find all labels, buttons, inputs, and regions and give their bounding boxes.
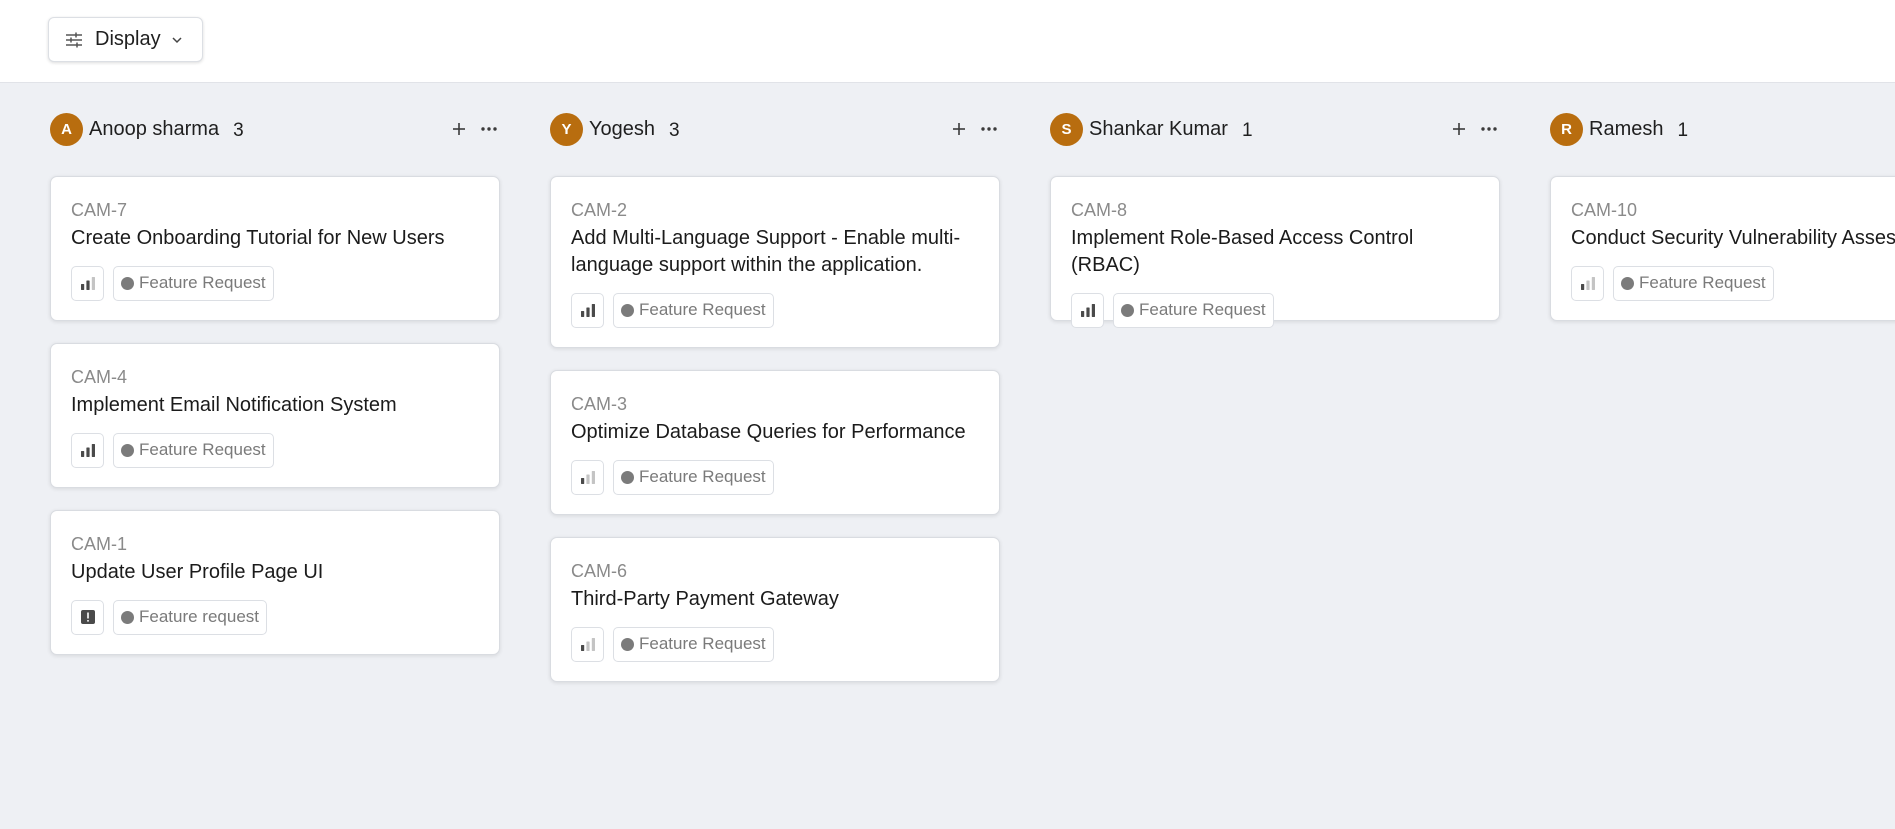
issue-id: CAM-10 xyxy=(1571,200,1638,220)
issue-card[interactable]: CAM-4 Implement Email Notification System… xyxy=(50,343,500,488)
label-badge[interactable]: Feature Request xyxy=(1613,265,1774,301)
avatar: S xyxy=(1050,112,1083,146)
issue-title: Conduct Security Vulnerability Asses xyxy=(1571,227,1895,249)
issue-meta: Feature Request xyxy=(71,265,479,301)
issue-meta: Feature Request xyxy=(71,432,479,468)
priority-icon[interactable] xyxy=(1071,292,1104,328)
issue-meta: Feature request xyxy=(71,599,479,635)
avatar: R xyxy=(1550,112,1583,146)
priority-icon[interactable] xyxy=(571,459,604,495)
issue-card[interactable]: CAM-7 Create Onboarding Tutorial for New … xyxy=(50,176,500,321)
issue-meta: Feature Request xyxy=(1071,292,1479,328)
board-column: S Shankar Kumar 1 CAM-8 Implement Role-Based… xyxy=(1050,84,1500,829)
sliders-icon xyxy=(65,31,83,49)
label-dot-icon xyxy=(1121,303,1134,317)
issue-card[interactable]: CAM-3 Optimize Database Queries for Perfo… xyxy=(550,370,1000,515)
label-text: Feature Request xyxy=(1639,273,1766,292)
label-badge[interactable]: Feature Request xyxy=(1113,292,1274,328)
issue-meta: Feature Request xyxy=(571,292,979,328)
issue-id: CAM-6 xyxy=(571,561,628,581)
column-assignee-name: Ramesh xyxy=(1589,117,1664,140)
column-actions xyxy=(440,112,500,146)
column-assignee-name: Yogesh xyxy=(589,117,655,140)
plus-icon[interactable] xyxy=(448,118,470,140)
display-button[interactable]: Display xyxy=(48,17,203,62)
issue-id: CAM-2 xyxy=(571,200,628,220)
issue-id: CAM-3 xyxy=(571,394,628,414)
issue-title: Optimize Database Queries for Performanc… xyxy=(571,421,966,443)
issue-title: Implement Role-Based Access Control (RBA… xyxy=(1071,227,1414,276)
label-text: Feature Request xyxy=(639,467,766,486)
plus-icon[interactable] xyxy=(1448,118,1470,140)
column-count: 1 xyxy=(1677,120,1689,141)
column-count: 3 xyxy=(233,120,244,141)
issue-card[interactable]: CAM-1 Update User Profile Page UI Feature … xyxy=(50,510,500,655)
chevron-down-icon xyxy=(171,34,183,46)
issue-title: Update User Profile Page UI xyxy=(71,561,324,583)
label-dot-icon xyxy=(121,276,134,290)
label-badge[interactable]: Feature request xyxy=(113,599,268,635)
priority-icon[interactable] xyxy=(1571,265,1604,301)
label-dot-icon xyxy=(121,610,134,624)
issue-title: Add Multi-Language Support - Enable mult… xyxy=(571,227,961,276)
board-column: R Ramesh 1 CAM-10 Conduct Security Vulnerabi… xyxy=(1550,84,1895,829)
ellipsis-icon[interactable] xyxy=(978,118,1000,140)
issue-card[interactable]: CAM-10 Conduct Security Vulnerability Ass… xyxy=(1550,176,1895,321)
issue-title: Create Onboarding Tutorial for New Users xyxy=(71,227,445,249)
label-badge[interactable]: Feature Request xyxy=(613,292,774,328)
issue-id: CAM-7 xyxy=(71,200,128,220)
kanban-board: A Anoop sharma 3 CAM-7 Create Onboarding Tut… xyxy=(0,84,1895,829)
board-column: Y Yogesh 3 CAM-2 Add Multi-Language Support … xyxy=(550,84,1000,829)
column-header: S Shankar Kumar 1 xyxy=(1050,112,1500,146)
label-text: Feature Request xyxy=(139,440,266,459)
priority-icon[interactable] xyxy=(571,626,604,662)
label-dot-icon xyxy=(121,443,134,457)
column-actions xyxy=(940,112,1000,146)
label-dot-icon xyxy=(621,637,634,651)
column-count: 3 xyxy=(669,120,680,141)
label-text: Feature request xyxy=(139,607,260,626)
ellipsis-icon[interactable] xyxy=(478,118,500,140)
issue-id: CAM-4 xyxy=(71,367,128,387)
issue-id: CAM-8 xyxy=(1071,200,1128,220)
display-button-label: Display xyxy=(95,28,161,50)
label-badge[interactable]: Feature Request xyxy=(613,459,774,495)
label-text: Feature Request xyxy=(139,273,266,292)
issue-meta: Feature Request xyxy=(1571,265,1895,301)
column-header: R Ramesh 1 xyxy=(1550,112,1895,146)
label-text: Feature Request xyxy=(639,300,766,319)
board-column: A Anoop sharma 3 CAM-7 Create Onboarding Tut… xyxy=(50,84,500,829)
label-badge[interactable]: Feature Request xyxy=(113,432,274,468)
column-assignee-name: Anoop sharma xyxy=(89,117,220,140)
column-header: A Anoop sharma 3 xyxy=(50,112,500,146)
plus-icon[interactable] xyxy=(948,118,970,140)
issue-meta: Feature Request xyxy=(571,459,979,495)
priority-icon[interactable] xyxy=(71,599,104,635)
issue-card[interactable]: CAM-2 Add Multi-Language Support - Enable… xyxy=(550,176,1000,348)
label-badge[interactable]: Feature Request xyxy=(113,265,274,301)
label-text: Feature Request xyxy=(639,634,766,653)
issue-card[interactable]: CAM-8 Implement Role-Based Access Control… xyxy=(1050,176,1500,328)
issue-id: CAM-1 xyxy=(71,534,128,554)
avatar: Y xyxy=(550,112,583,146)
avatar: A xyxy=(50,112,83,146)
label-dot-icon xyxy=(1621,276,1634,290)
priority-icon[interactable] xyxy=(71,265,104,301)
column-assignee-name: Shankar Kumar xyxy=(1089,117,1228,140)
issue-meta: Feature Request xyxy=(571,626,979,662)
issue-title: Third-Party Payment Gateway xyxy=(571,588,839,610)
top-toolbar: Display xyxy=(0,0,1895,83)
priority-icon[interactable] xyxy=(71,432,104,468)
issue-title: Implement Email Notification System xyxy=(71,394,397,416)
column-actions xyxy=(1440,112,1500,146)
label-dot-icon xyxy=(621,303,634,317)
priority-icon[interactable] xyxy=(571,292,604,328)
label-dot-icon xyxy=(621,470,634,484)
column-count: 1 xyxy=(1241,120,1253,141)
issue-card[interactable]: CAM-6 Third-Party Payment Gateway Feature … xyxy=(550,537,1000,682)
column-header: Y Yogesh 3 xyxy=(550,112,1000,146)
label-badge[interactable]: Feature Request xyxy=(613,626,774,662)
ellipsis-icon[interactable] xyxy=(1478,118,1500,140)
label-text: Feature Request xyxy=(1139,300,1266,319)
